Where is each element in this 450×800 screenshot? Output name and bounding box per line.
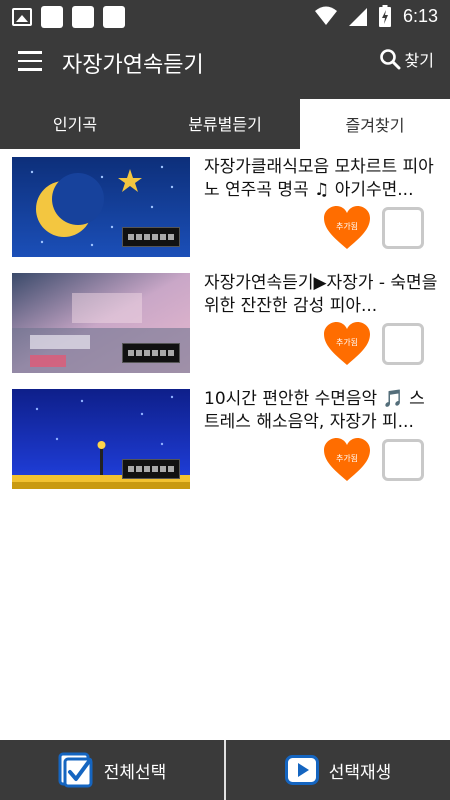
status-notifications [12,6,125,28]
play-selected-button[interactable]: 선택재생 [226,740,450,800]
select-checkbox[interactable] [382,207,424,249]
video-duration-badge [122,227,180,247]
tab-popular[interactable]: 인기곡 [0,97,150,149]
select-all-label: 전체선택 [103,762,167,783]
video-duration-badge [122,343,180,363]
video-thumbnail[interactable] [12,157,190,257]
app-bar: 자장가연속듣기 찾기 [0,33,450,97]
play-icon [284,755,319,785]
tab-category[interactable]: 분류별듣기 [150,97,300,149]
clock: 6:13 [402,5,438,26]
status-system: 6:13 [314,5,438,27]
favorite-heart-button[interactable]: 추가됨 [323,205,371,251]
menu-icon [18,59,42,62]
list-item[interactable]: 10시간 편안한 수면음악 🎵 스트레스 해소음악, 자장가 피... 추가됨 [0,381,450,497]
bottom-action-bar: 전체선택 선택재생 [0,740,450,800]
tab-bar: 인기곡 분류별듣기 즐겨찾기 [0,97,450,149]
search-button[interactable]: 찾기 [379,47,434,71]
wifi-icon [314,6,337,25]
search-label: 찾기 [404,51,434,70]
notification-icon [72,6,94,28]
favorite-heart-button[interactable]: 추가됨 [323,321,371,367]
signal-icon [348,8,367,26]
search-icon [379,49,401,70]
video-thumbnail[interactable] [12,389,190,489]
item-title[interactable]: 10시간 편안한 수면음악 🎵 스트레스 해소음악, 자장가 피... [204,388,440,434]
video-thumbnail[interactable] [12,273,190,373]
list-item[interactable]: 자장가클래식모음 모차르트 피아노 연주곡 명곡 ♫ 아기수면... 추가됨 [0,149,450,265]
notification-icon [41,6,63,28]
menu-icon [18,51,42,54]
favorite-added-label: 추가됨 [335,454,359,463]
menu-icon [18,68,42,71]
status-bar: 6:13 [0,0,450,33]
video-duration-badge [122,459,180,479]
list-item[interactable]: 자장가연속듣기▶자장가 - 숙면을 위한 잔잔한 감성 피아... 추가됨 [0,265,450,381]
menu-button[interactable] [18,51,42,71]
tab-favorites[interactable]: 즐겨찾기 [300,99,450,149]
select-all-button[interactable]: 전체선택 [0,740,224,800]
select-checkbox[interactable] [382,323,424,365]
item-title[interactable]: 자장가클래식모음 모차르트 피아노 연주곡 명곡 ♫ 아기수면... [204,156,440,202]
favorite-heart-button[interactable]: 추가됨 [323,437,371,483]
item-title[interactable]: 자장가연속듣기▶자장가 - 숙면을 위한 잔잔한 감성 피아... [204,272,440,318]
app-title: 자장가연속듣기 [62,53,204,78]
select-checkbox[interactable] [382,439,424,481]
checkbox-checked-icon [58,752,93,788]
favorite-added-label: 추가됨 [335,222,359,231]
image-notification-icon [12,8,32,26]
favorite-added-label: 추가됨 [335,338,359,347]
notification-icon [103,6,125,28]
play-selected-label: 선택재생 [328,762,392,783]
battery-charging-icon [378,5,391,27]
